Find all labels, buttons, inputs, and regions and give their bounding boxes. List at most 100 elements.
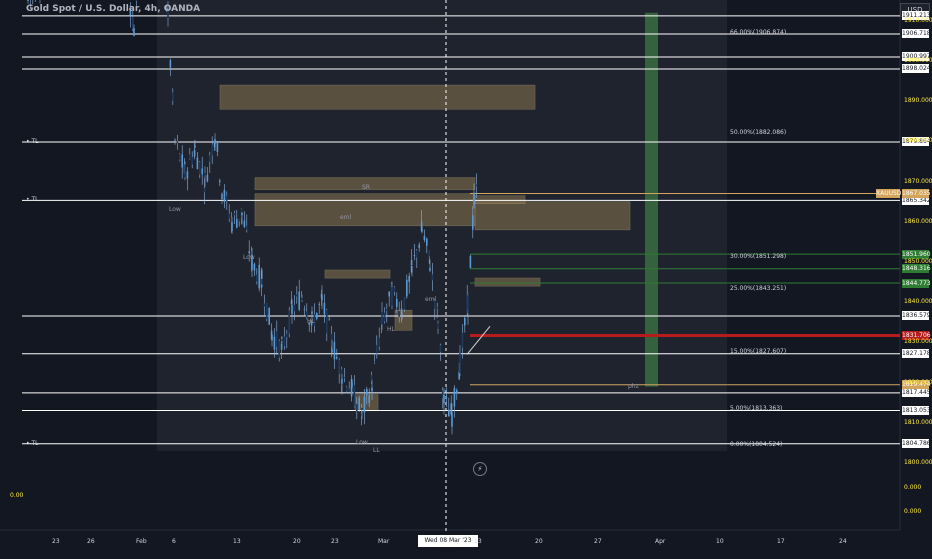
candle-body xyxy=(356,404,358,412)
symbol-title[interactable]: Gold Spot / U.S. Dollar, 4h, OANDA xyxy=(26,4,200,14)
price-level-tag: 1906.718 xyxy=(902,29,931,39)
candle-body xyxy=(204,173,206,176)
time-axis-label: 10 xyxy=(716,538,724,545)
candle-body xyxy=(358,397,360,410)
candle-body xyxy=(203,188,206,193)
candle-body xyxy=(186,171,189,179)
candle-body xyxy=(368,395,370,404)
candle-body xyxy=(276,331,278,347)
price-axis-label: 0.000 xyxy=(904,508,922,515)
candle-body xyxy=(296,294,298,297)
crosshair-time-label: Wed 08 Mar '23 11:00 xyxy=(418,535,478,556)
candle-body xyxy=(271,334,273,341)
chart-annotation: eml xyxy=(340,213,352,221)
trendline-label: • TL xyxy=(26,196,39,204)
candle-body xyxy=(408,275,410,282)
price-axis-label: 1910.000 xyxy=(904,16,932,24)
candle-body xyxy=(246,225,248,230)
candle-body xyxy=(401,316,403,318)
zone-box xyxy=(474,195,526,205)
candle-body xyxy=(341,379,343,384)
chart-annotation: LL xyxy=(373,446,380,454)
candle-body xyxy=(169,60,172,68)
candle-body xyxy=(416,250,418,258)
candle-body xyxy=(386,309,388,311)
fib-level-label: 15.00%(1827.607) xyxy=(730,348,787,356)
crosshair-time: 11:00 xyxy=(439,549,457,556)
lightning-icon[interactable]: ⚡ xyxy=(473,462,487,476)
candle-body xyxy=(431,274,434,281)
candle-body xyxy=(328,319,330,321)
candle-body xyxy=(338,359,340,374)
fib-level-label: 0.00%(1804.524) xyxy=(730,440,783,448)
fib-level-label: 25.00%(1843.251) xyxy=(730,285,787,293)
candle-body xyxy=(469,255,472,269)
price-level-tag: 1817.445 xyxy=(902,388,931,398)
candle-body xyxy=(236,219,238,228)
zone-box xyxy=(394,309,413,331)
candle-body xyxy=(241,212,243,216)
candle-body xyxy=(231,221,233,232)
candle-body xyxy=(286,333,288,338)
price-axis-label: 1860.000 xyxy=(904,217,932,225)
candle-body xyxy=(228,213,230,219)
candle-body xyxy=(371,387,373,392)
candle-body xyxy=(383,312,386,322)
candle-body xyxy=(223,189,226,202)
candle-body xyxy=(258,264,260,289)
time-axis-label: 24 xyxy=(839,538,847,545)
time-axis-label: 6 xyxy=(172,538,176,545)
candle-body xyxy=(467,293,469,314)
highlight-price-tag: 1867.035 xyxy=(902,189,931,199)
candle-body xyxy=(429,267,431,271)
candle-body xyxy=(453,387,456,407)
symbol-tag: XAUUSD xyxy=(876,189,902,199)
time-axis-label: Feb xyxy=(136,538,147,545)
candle-body xyxy=(391,287,393,306)
fib-level-label: 5.00%(1813.363) xyxy=(730,405,783,413)
chart-area[interactable]: Gold Spot / U.S. Dollar, 4h, OANDA USD W… xyxy=(0,0,932,556)
candle-body xyxy=(398,311,400,317)
price-axis-label: 1880.000 xyxy=(904,137,932,145)
candle-body xyxy=(266,303,268,320)
candle-body xyxy=(437,323,439,329)
candle-body xyxy=(396,298,398,307)
candle-body xyxy=(318,304,320,305)
candle-body xyxy=(418,244,420,248)
candle-body xyxy=(172,92,174,101)
candle-body xyxy=(209,155,211,162)
candle-body xyxy=(221,193,223,199)
candle-body xyxy=(216,141,219,152)
candle-body xyxy=(393,287,396,292)
candle-body xyxy=(133,28,135,37)
candle-body xyxy=(363,396,366,413)
time-axis-label: 23 xyxy=(331,538,339,545)
candle-body xyxy=(280,343,283,350)
price-chart[interactable] xyxy=(0,0,932,550)
price-axis-label: 1870.000 xyxy=(904,177,932,185)
trendline-label: • TL xyxy=(26,137,39,145)
candle-body xyxy=(298,291,300,310)
candle-body xyxy=(373,361,376,363)
candle-body xyxy=(278,341,280,358)
candle-body xyxy=(214,139,216,145)
price-axis-label: 1900.000 xyxy=(904,57,932,64)
candle-body xyxy=(403,297,406,310)
candle-body xyxy=(388,291,390,297)
candle-body xyxy=(321,296,323,301)
candle-body xyxy=(413,255,416,257)
highlight-price-tag: 1844.773 xyxy=(902,278,931,288)
candle-body xyxy=(263,303,266,307)
candle-body xyxy=(303,308,306,310)
candle-body xyxy=(288,310,290,334)
candle-body xyxy=(243,220,246,228)
zone-box xyxy=(219,84,536,110)
time-axis-label: 20 xyxy=(293,538,301,545)
candle-body xyxy=(194,145,196,148)
candle-body xyxy=(291,305,293,314)
candle-body xyxy=(445,396,448,398)
candle-body xyxy=(348,388,350,392)
candle-body xyxy=(211,144,213,156)
chart-annotation: Low xyxy=(356,438,368,446)
price-axis-label: 1830.000 xyxy=(904,338,932,346)
